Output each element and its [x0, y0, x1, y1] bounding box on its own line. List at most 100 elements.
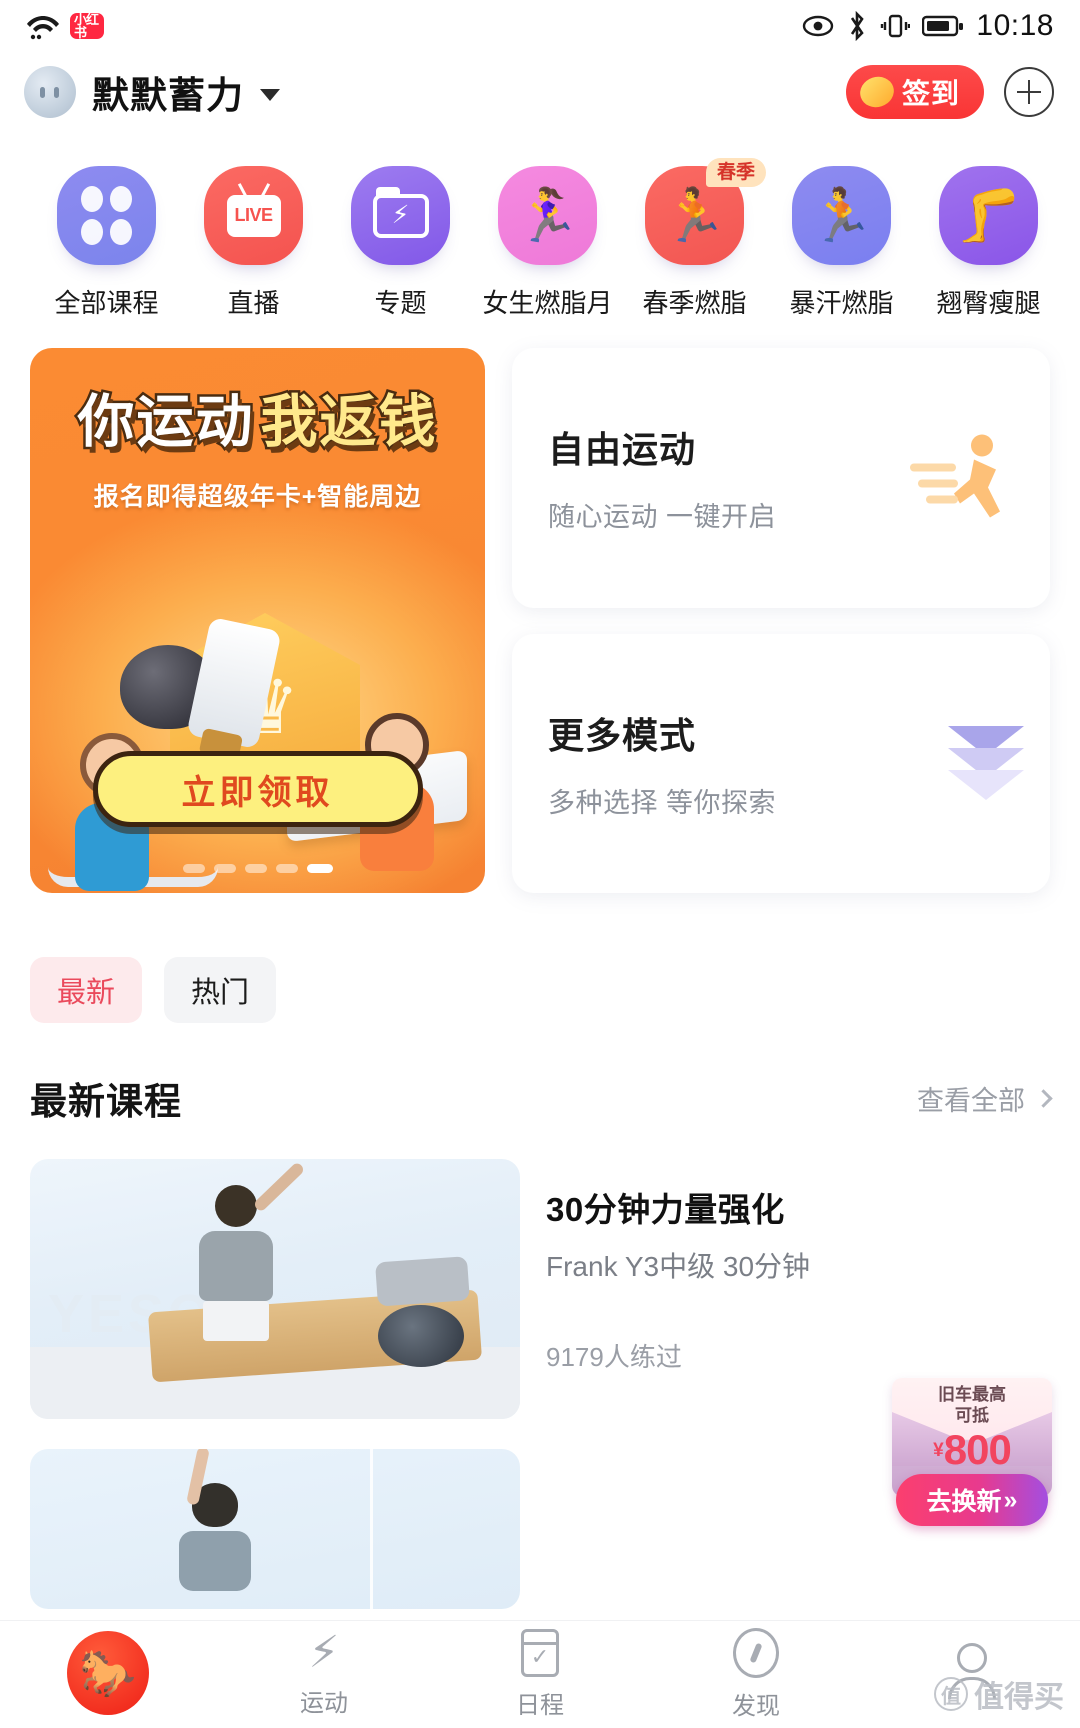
watermark-text: 值得买 — [974, 1681, 1064, 1714]
ad-price: ¥800 — [892, 1425, 1052, 1473]
ad-cta-arrow: » — [1003, 1485, 1018, 1514]
sweat-runner-icon: 🏃 — [792, 166, 891, 265]
ad-amount: 800 — [943, 1425, 1012, 1473]
promo-banner[interactable]: 你运动 我返钱 报名即得超级年卡+智能周边 立即领取 — [30, 348, 485, 893]
watermark: 值 值得买 — [934, 1672, 1064, 1716]
currency-symbol: ¥ — [933, 1439, 944, 1461]
bluetooth-icon — [851, 11, 865, 41]
category-item-live[interactable]: LIVE 直播 — [180, 166, 327, 320]
page-title: 最新课程 — [30, 1081, 182, 1122]
section-header-latest-courses: 最新课程 查看全部 — [0, 1023, 1080, 1125]
app-header: 默默蓄力 签到 — [0, 52, 1080, 132]
battery-icon — [922, 15, 964, 37]
ad-headline: 旧车最高 可抵 — [892, 1378, 1052, 1427]
status-bar-left: 小红书 — [26, 11, 104, 41]
category-item-glutes-legs[interactable]: 🦵 翘臀瘦腿 — [915, 166, 1062, 320]
folder-bolt-icon: ⚡ — [351, 166, 450, 265]
thumbnail-divider — [370, 1449, 373, 1609]
header-actions: 签到 — [845, 65, 1054, 119]
female-figure-icon: 🏃‍♀ — [498, 166, 597, 265]
course-thumbnail[interactable]: YESOUL — [30, 1159, 520, 1419]
category-row[interactable]: 全部课程 LIVE 直播 ⚡ 专题 🏃‍♀ 女生燃脂月 春季 🏃 春季燃脂 🏃 … — [0, 132, 1080, 320]
ad-line-2: 可抵 — [955, 1406, 989, 1426]
banner-illustration — [30, 573, 485, 893]
hero-section: 你运动 我返钱 报名即得超级年卡+智能周边 立即领取 — [0, 320, 1080, 893]
category-label: 春季燃脂 — [642, 288, 747, 318]
category-item-spring-fat-burn[interactable]: 春季 🏃 春季燃脂 — [621, 158, 768, 320]
ad-cta-button[interactable]: 去换新 » — [896, 1474, 1048, 1526]
floating-ad-widget[interactable]: 旧车最高 可抵 ¥800 去换新 » — [878, 1378, 1066, 1526]
coin-icon — [856, 72, 898, 112]
status-time: 10:18 — [976, 9, 1054, 42]
course-title: 30分钟力量强化 — [546, 1191, 785, 1228]
banner-headline: 你运动 我返钱 报名即得超级年卡+智能周边 — [30, 348, 485, 513]
filter-chip-popular[interactable]: 热门 — [164, 957, 276, 1023]
category-label: 翘臀瘦腿 — [936, 288, 1041, 318]
category-label: 专题 — [374, 288, 427, 318]
category-item-female-fat-burn[interactable]: 🏃‍♀ 女生燃脂月 — [474, 166, 621, 320]
ad-line-1: 旧车最高 — [938, 1385, 1006, 1404]
category-label: 全部课程 — [54, 288, 159, 318]
plus-icon[interactable] — [1004, 67, 1054, 117]
glutes-icon: 🦵 — [939, 166, 1038, 265]
running-person-icon — [904, 425, 1024, 530]
banner-title-white: 你运动 — [75, 390, 255, 454]
bolt-icon: ⚡ — [308, 1628, 340, 1677]
carousel-dot-active[interactable] — [306, 864, 333, 873]
carousel-dot[interactable] — [244, 864, 267, 873]
profile-switcher[interactable]: 默默蓄力 — [24, 65, 280, 119]
banner-cta-button[interactable]: 立即领取 — [92, 751, 423, 827]
course-participant-count: 9179人练过 — [546, 1342, 682, 1372]
instructor-figure — [190, 1161, 306, 1341]
course-thumbnail[interactable] — [30, 1449, 520, 1609]
free-workout-card[interactable]: 自由运动 随心运动 一键开启 — [512, 348, 1050, 608]
chevron-double-down-icon — [948, 726, 1024, 801]
category-item-all-courses[interactable]: 全部课程 — [33, 166, 180, 320]
live-tv-icon: LIVE — [204, 166, 303, 265]
signin-button[interactable]: 签到 — [845, 65, 984, 119]
bottom-navigation[interactable]: 🐎 ⚡ 运动 日程 发现 值 值得买 — [0, 1620, 1080, 1728]
category-item-topics[interactable]: ⚡ 专题 — [327, 166, 474, 320]
brand-horse-logo-icon: 🐎 — [67, 1630, 149, 1715]
xiaohongshu-badge: 小红书 — [70, 13, 104, 39]
zhi-circle-icon: 值 — [934, 1677, 968, 1711]
wifi-icon — [27, 16, 59, 40]
filter-tabs[interactable]: 最新 热门 — [0, 893, 1080, 1023]
calendar-check-icon — [521, 1629, 559, 1677]
rower-water-tank-graphic — [378, 1305, 464, 1367]
ad-cta-label: 去换新 — [926, 1488, 1002, 1516]
banner-title-yellow: 我返钱 — [258, 390, 438, 454]
status-bar: 小红书 10:18 — [0, 0, 1080, 52]
signin-label: 签到 — [901, 78, 960, 109]
filter-chip-newest[interactable]: 最新 — [30, 957, 142, 1023]
nav-item-workout[interactable]: ⚡ 运动 — [216, 1631, 432, 1718]
mode-card-column: 自由运动 随心运动 一键开启 更多模式 多种选择 等你探索 — [485, 348, 1050, 893]
vibrate-icon — [881, 14, 911, 38]
category-label: 直播 — [227, 288, 280, 318]
nav-label: 运动 — [300, 1690, 348, 1717]
course-list-item[interactable]: YESOUL 30分钟力量强化 Frank Y3中级 30分钟 9179人练过 — [0, 1125, 1080, 1419]
category-item-sweat-fat-burn[interactable]: 🏃 暴汗燃脂 — [768, 166, 915, 320]
chevron-down-icon[interactable] — [260, 89, 280, 101]
view-all-button[interactable]: 查看全部 — [917, 1079, 1053, 1118]
chevron-right-icon — [1034, 1088, 1053, 1108]
avatar[interactable] — [24, 66, 76, 118]
nav-item-home[interactable]: 🐎 — [0, 1630, 216, 1715]
category-label: 女生燃脂月 — [482, 288, 613, 318]
nav-label: 日程 — [516, 1692, 564, 1719]
course-subtitle: Frank Y3中级 30分钟 — [546, 1251, 811, 1282]
more-modes-card[interactable]: 更多模式 多种选择 等你探索 — [512, 633, 1050, 893]
nav-item-discover[interactable]: 发现 — [648, 1628, 864, 1721]
nav-item-schedule[interactable]: 日程 — [432, 1629, 648, 1720]
banner-cta-label: 立即领取 — [181, 773, 334, 812]
carousel-dot[interactable] — [275, 864, 298, 873]
category-badge: 春季 — [705, 158, 766, 187]
instructor-figure — [170, 1449, 260, 1609]
carousel-dot[interactable] — [182, 864, 205, 873]
compass-icon — [733, 1628, 779, 1678]
username: 默默蓄力 — [92, 75, 244, 116]
banner-subtitle: 报名即得超级年卡+智能周边 — [93, 483, 422, 511]
nav-label: 发现 — [732, 1693, 780, 1720]
carousel-dot[interactable] — [213, 864, 236, 873]
banner-carousel-dots[interactable] — [182, 864, 333, 873]
